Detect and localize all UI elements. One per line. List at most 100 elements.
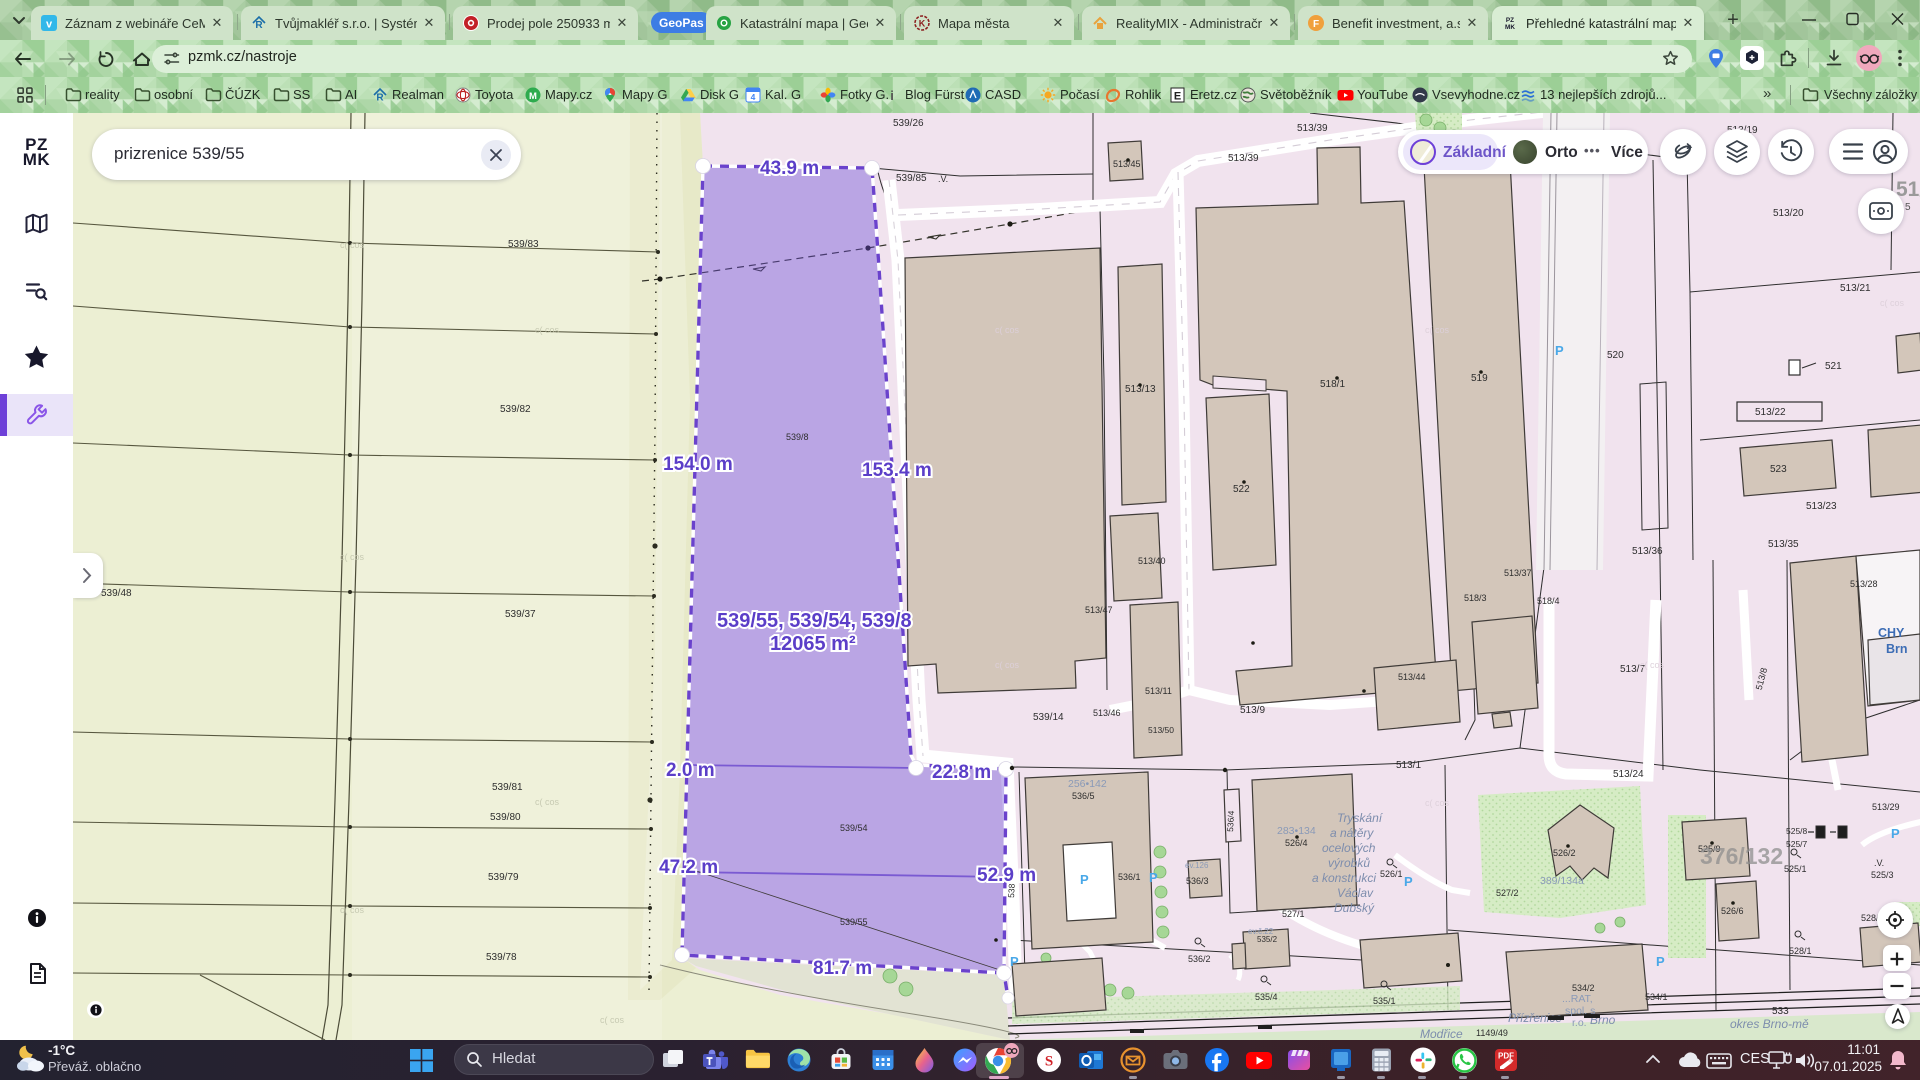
svg-text:539/14: 539/14 <box>1033 712 1064 723</box>
svg-text:c( cos: c( cos <box>535 325 560 335</box>
svg-text:538: 538 <box>1006 883 1017 898</box>
svg-text:...RAT,: ...RAT, <box>1562 993 1593 1005</box>
svg-text:539/55: 539/55 <box>840 917 868 927</box>
svg-text:513/21: 513/21 <box>1840 283 1871 294</box>
svg-text:r.o.: r.o. <box>1572 1017 1587 1029</box>
svg-text:527/1: 527/1 <box>1282 909 1305 919</box>
svg-text:513/37: 513/37 <box>1504 568 1532 578</box>
svg-text:535/1: 535/1 <box>1373 996 1396 1006</box>
svg-text:526/4: 526/4 <box>1285 838 1308 848</box>
svg-text:P: P <box>1080 872 1089 887</box>
svg-text:okres Brno-mě: okres Brno-mě <box>1730 1017 1809 1031</box>
svg-text:c( cos: c( cos <box>600 1015 625 1025</box>
svg-text:4: 4 <box>751 92 756 102</box>
svg-text:S: S <box>1045 1054 1053 1070</box>
svg-text:154.0 m: 154.0 m <box>663 454 733 475</box>
svg-text:R: R <box>376 93 384 104</box>
svg-text:525/8: 525/8 <box>1786 826 1808 836</box>
svg-text:536/1: 536/1 <box>1118 872 1141 882</box>
svg-text:51/:: 51/: <box>1896 178 1920 201</box>
svg-text:539/85: 539/85 <box>896 173 927 184</box>
svg-text:P: P <box>1149 870 1158 885</box>
svg-text:526/6: 526/6 <box>1721 906 1744 916</box>
svg-text:81.7 m: 81.7 m <box>813 958 872 979</box>
svg-text:Václav: Václav <box>1337 886 1374 900</box>
svg-text:.V.: .V. <box>1874 858 1884 868</box>
svg-text:Tryskání: Tryskání <box>1337 811 1384 825</box>
svg-text:513/40: 513/40 <box>1138 556 1166 566</box>
svg-text:521: 521 <box>1825 361 1842 372</box>
svg-text:ev.č.22: ev.č.22 <box>1248 927 1274 936</box>
svg-text:519: 519 <box>1471 373 1488 384</box>
svg-text:a nátěry: a nátěry <box>1330 826 1374 840</box>
svg-text:Brn: Brn <box>1886 642 1908 656</box>
svg-text:525/1: 525/1 <box>1784 864 1807 874</box>
svg-text:539/37: 539/37 <box>505 609 536 620</box>
svg-text:513/39: 513/39 <box>1228 153 1259 164</box>
svg-text:535/4: 535/4 <box>1255 992 1278 1002</box>
svg-text:513/39: 513/39 <box>1297 123 1328 134</box>
svg-text:ev.126: ev.126 <box>1185 861 1209 870</box>
svg-text:c( cos: c( cos <box>535 797 560 807</box>
svg-text:PZ: PZ <box>1506 17 1514 24</box>
svg-text:525/3: 525/3 <box>1871 870 1894 880</box>
svg-text:533: 533 <box>1772 1006 1789 1017</box>
svg-text:c( cos: c( cos <box>340 552 365 562</box>
svg-text:c( cos: c( cos <box>340 240 365 250</box>
svg-text:528/6: 528/6 <box>1861 913 1884 923</box>
svg-text:536/2: 536/2 <box>1188 954 1211 964</box>
svg-text:P: P <box>1555 343 1564 358</box>
svg-text:513/20: 513/20 <box>1773 208 1804 219</box>
svg-text:Modřice: Modřice <box>1420 1027 1463 1040</box>
svg-text:520: 520 <box>1607 350 1624 361</box>
svg-text:513/44: 513/44 <box>1398 672 1426 682</box>
svg-text:Dubský: Dubský <box>1334 901 1375 915</box>
svg-text:513/35: 513/35 <box>1768 539 1799 550</box>
svg-text:539/82: 539/82 <box>500 404 531 415</box>
svg-text:výrobků: výrobků <box>1328 856 1370 870</box>
svg-text:c( cos: c( cos <box>1425 325 1450 335</box>
svg-text:283•134: 283•134 <box>1277 825 1316 837</box>
svg-text:22.8 m: 22.8 m <box>932 762 991 783</box>
svg-text:2.0 m: 2.0 m <box>666 760 715 781</box>
svg-text:E: E <box>1174 91 1181 103</box>
svg-text:MK: MK <box>1505 24 1515 31</box>
svg-text:c( cos: c( cos <box>1425 798 1450 808</box>
svg-text:513/50: 513/50 <box>1148 725 1174 735</box>
svg-text:256•142: 256•142 <box>1068 778 1107 790</box>
svg-text:1149/49: 1149/49 <box>1476 1028 1508 1038</box>
svg-text:539/78: 539/78 <box>486 952 517 963</box>
svg-text:c( cos: c( cos <box>1640 660 1665 670</box>
svg-text:K: K <box>919 19 926 29</box>
svg-text:P: P <box>1010 954 1019 969</box>
svg-text:513/46: 513/46 <box>1093 708 1121 718</box>
svg-text:536/5: 536/5 <box>1072 791 1095 801</box>
svg-text:a konstrukci: a konstrukci <box>1312 871 1376 885</box>
svg-text:i: i <box>890 88 894 103</box>
svg-text:539/26: 539/26 <box>893 118 924 129</box>
svg-text:539/8: 539/8 <box>786 432 809 442</box>
svg-text:518/3: 518/3 <box>1464 593 1487 603</box>
svg-text:513/9: 513/9 <box>1240 705 1265 716</box>
svg-text:513/1: 513/1 <box>1396 760 1421 771</box>
svg-text:539/80: 539/80 <box>490 812 521 823</box>
svg-text:F: F <box>1313 19 1319 30</box>
svg-text:525/7: 525/7 <box>1786 839 1808 849</box>
svg-text:M: M <box>529 91 537 102</box>
svg-text:153.4 m: 153.4 m <box>862 460 932 481</box>
svg-text:P: P <box>1656 954 1665 969</box>
svg-text:526/2: 526/2 <box>1553 848 1576 858</box>
svg-text:518/4: 518/4 <box>1537 596 1560 606</box>
svg-text:539/48: 539/48 <box>101 588 132 599</box>
svg-text:47.2 m: 47.2 m <box>659 857 718 878</box>
svg-text:P: P <box>1891 826 1900 841</box>
svg-text:513/47: 513/47 <box>1085 605 1113 615</box>
svg-text:539/81: 539/81 <box>492 782 523 793</box>
svg-text:CHY: CHY <box>1878 626 1905 640</box>
svg-text:52.9 m: 52.9 m <box>977 865 1036 886</box>
svg-text:539/83: 539/83 <box>508 239 539 250</box>
svg-text:539/55, 539/54, 539/8: 539/55, 539/54, 539/8 <box>717 610 912 632</box>
svg-text:12065 m²: 12065 m² <box>770 633 856 655</box>
svg-text:c( cos: c( cos <box>340 905 365 915</box>
svg-text:539/54: 539/54 <box>840 823 868 833</box>
